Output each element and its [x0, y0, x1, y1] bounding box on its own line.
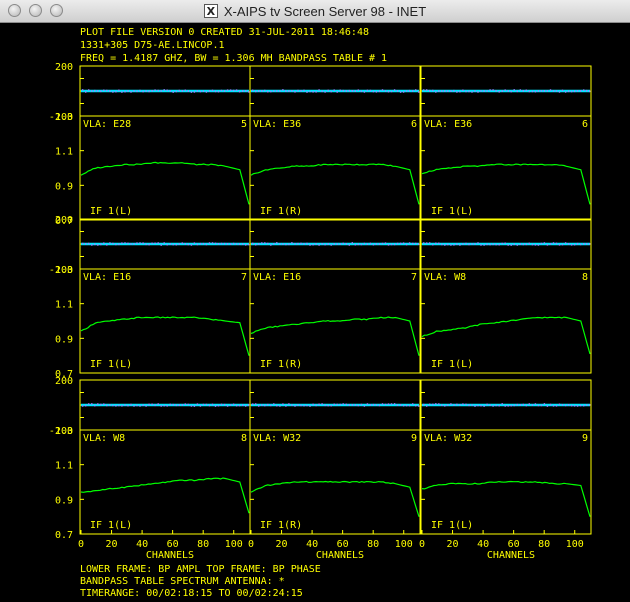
x-tick-label: 80 [538, 539, 550, 550]
x-tick-label: 20 [447, 539, 459, 550]
if-label: IF 1(L) [90, 359, 132, 370]
amplitude-axis-label: 0.9 [55, 334, 73, 345]
antenna-number: 9 [411, 433, 417, 444]
plot-grid: VLA: E28 5 IF 1(L) VLA: E36 6 IF 1(R) VLA: E36… [49, 62, 592, 561]
x-tick-label: 0 [248, 539, 254, 550]
x-tick-label: 40 [306, 539, 318, 550]
phase-axis-label-top: 200 [55, 376, 73, 387]
amplitude-series-line [421, 163, 591, 205]
amplitude-axis-label: 1.1 [55, 147, 73, 158]
x-tick-label: 0 [419, 539, 425, 550]
antenna-number: 8 [241, 433, 247, 444]
antenna-label: VLA: E36 [424, 119, 472, 130]
if-label: IF 1(R) [260, 520, 302, 531]
amplitude-series-line [80, 477, 250, 514]
antenna-label: VLA: E16 [253, 272, 301, 283]
if-label: IF 1(R) [260, 206, 302, 217]
antenna-label: VLA: W32 [253, 433, 301, 444]
x-tick-label: 20 [106, 539, 118, 550]
x-tick-label: 80 [197, 539, 209, 550]
x-tick-label: 40 [477, 539, 489, 550]
amplitude-series-line [250, 163, 420, 205]
amplitude-axis-label: 1.3 [55, 112, 73, 123]
x-tick-label: 20 [276, 539, 288, 550]
amplitude-series-line [80, 161, 250, 205]
antenna-number: 6 [411, 119, 417, 130]
title-bar[interactable]: X X-AIPS tv Screen Server 98 - INET [0, 0, 630, 23]
bandpass-plot: PLOT FILE VERSION 0 CREATED 31-JUL-2011 … [49, 27, 592, 599]
x-tick-label: 0 [78, 539, 84, 550]
amplitude-axis-label: 0.9 [55, 181, 73, 192]
antenna-number: 7 [411, 272, 417, 283]
antenna-number: 8 [582, 272, 588, 283]
x-tick-label: 60 [337, 539, 349, 550]
x-tick-label: 80 [367, 539, 379, 550]
x-axis-label: CHANNELS [146, 550, 194, 561]
antenna-label: VLA: E36 [253, 119, 301, 130]
x11-icon: X [203, 4, 218, 18]
if-label: IF 1(R) [260, 359, 302, 370]
footer-line-1: LOWER FRAME: BP AMPL TOP FRAME: BP PHASE [80, 564, 321, 575]
x-tick-label: 100 [566, 539, 584, 550]
amplitude-axis-label: 0.7 [55, 530, 73, 541]
x-tick-label: 60 [167, 539, 179, 550]
app-window: X X-AIPS tv Screen Server 98 - INET PLOT… [0, 0, 630, 602]
if-label: IF 1(L) [431, 359, 473, 370]
header-line-2: 1331+305 D75-AE.LINCOP.1 [80, 40, 225, 51]
amplitude-frame [420, 268, 592, 374]
antenna-label: VLA: E28 [83, 119, 131, 130]
amplitude-axis-label: 1.1 [55, 300, 73, 311]
antenna-number: 9 [582, 433, 588, 444]
x-tick-label: 100 [395, 539, 413, 550]
antenna-number: 6 [582, 119, 588, 130]
antenna-label: VLA: W8 [83, 433, 125, 444]
if-label: IF 1(L) [90, 206, 132, 217]
footer-line-2: BANDPASS TABLE SPECTRUM ANTENNA: * [80, 576, 285, 587]
amplitude-frame [79, 115, 251, 221]
title-container: X X-AIPS tv Screen Server 98 - INET [0, 0, 630, 22]
amplitude-series-line [80, 316, 250, 356]
x-tick-label: 60 [508, 539, 520, 550]
x-tick-label: 40 [136, 539, 148, 550]
amplitude-axis-label: 1.1 [55, 461, 73, 472]
amplitude-series-line [421, 316, 591, 355]
if-label: IF 1(L) [431, 206, 473, 217]
x-tick-label: 100 [225, 539, 243, 550]
window-title: X-AIPS tv Screen Server 98 - INET [223, 3, 427, 19]
phase-axis-label-top: 200 [55, 62, 73, 73]
antenna-label: VLA: W32 [424, 433, 472, 444]
antenna-label: VLA: W8 [424, 272, 466, 283]
x-axis-label: CHANNELS [316, 550, 364, 561]
antenna-label: VLA: E16 [83, 272, 131, 283]
amplitude-axis-label: 1.3 [55, 426, 73, 437]
x-axis-label: CHANNELS [487, 550, 535, 561]
amplitude-axis-label: 1.3 [55, 265, 73, 276]
amplitude-series-line [250, 316, 420, 356]
header-line-3: FREQ = 1.4187 GHZ, BW = 1.306 MH BANDPAS… [80, 53, 387, 64]
header-line-1: PLOT FILE VERSION 0 CREATED 31-JUL-2011 … [80, 27, 369, 38]
if-label: IF 1(L) [431, 520, 473, 531]
amplitude-series-line [250, 480, 420, 517]
phase-axis-label-top: 200 [55, 215, 73, 226]
if-label: IF 1(L) [90, 520, 132, 531]
antenna-number: 7 [241, 272, 247, 283]
footer-line-3: TIMERANGE: 00/02:18:15 TO 00/02:24:15 [80, 588, 303, 599]
amplitude-axis-label: 0.9 [55, 495, 73, 506]
amplitude-series-line [421, 480, 591, 517]
antenna-number: 5 [241, 119, 247, 130]
